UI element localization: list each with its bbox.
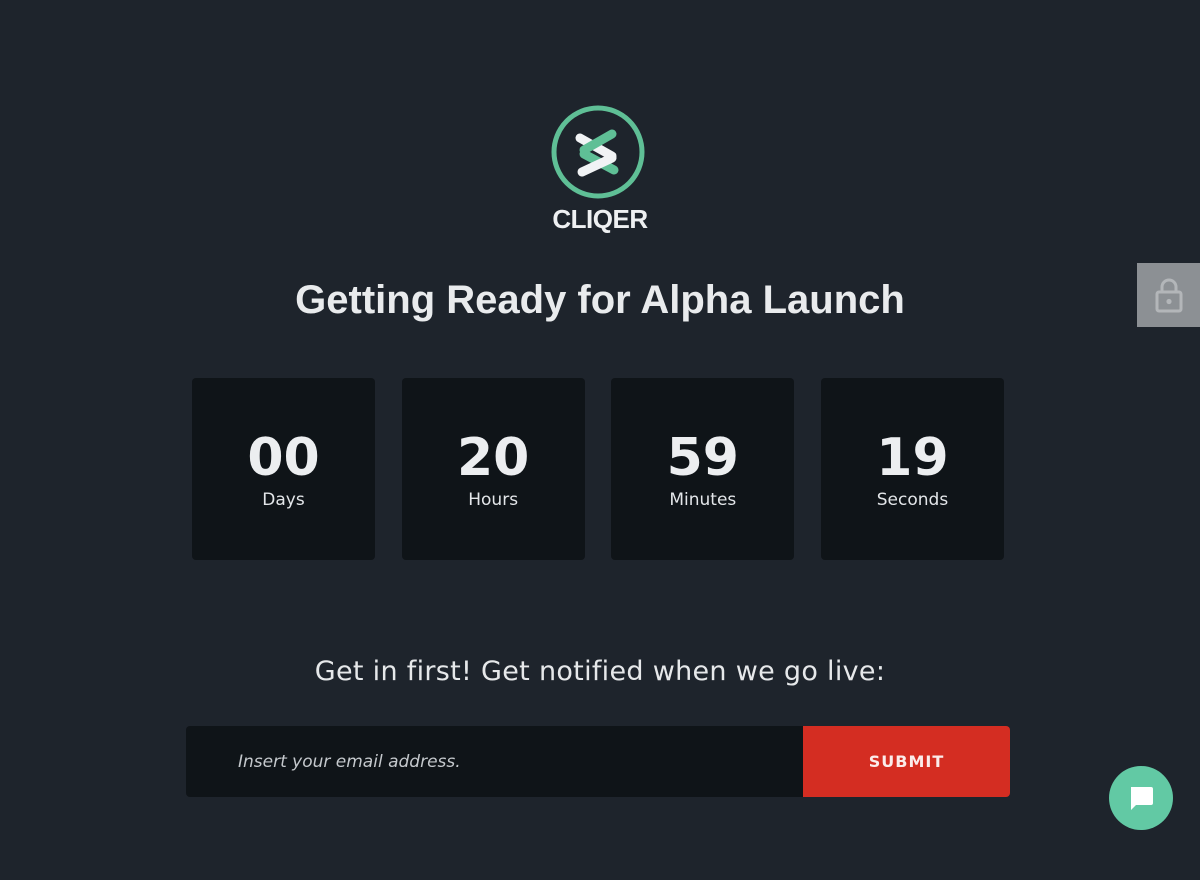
countdown-seconds: 19 Seconds — [820, 378, 1004, 560]
countdown-minutes: 59 Minutes — [611, 378, 795, 560]
email-input[interactable] — [186, 726, 803, 797]
countdown-days: 00 Days — [192, 378, 375, 560]
notify-text: Get in first! Get notified when we go li… — [314, 656, 886, 687]
countdown-unit: Hours — [468, 490, 519, 510]
submit-button[interactable]: SUBMIT — [803, 726, 1010, 797]
page-title: Getting Ready for Alpha Launch — [295, 278, 905, 322]
countdown-unit: Days — [262, 490, 305, 510]
brand-name: CLIQER — [552, 204, 648, 234]
countdown-value: 00 — [247, 428, 320, 488]
countdown-value: 20 — [456, 428, 530, 488]
chat-bubble-icon — [1131, 787, 1153, 810]
subscribe-form: SUBMIT — [186, 726, 1010, 797]
lock-icon — [1155, 278, 1182, 313]
chat-button[interactable] — [1109, 766, 1173, 830]
lock-tab[interactable] — [1137, 263, 1200, 327]
countdown-unit: Seconds — [876, 490, 949, 510]
countdown-value: 59 — [666, 428, 739, 488]
countdown-unit: Minutes — [669, 490, 737, 510]
countdown-timer: 00 Days 20 Hours 59 Minutes 19 Seconds — [192, 378, 1004, 560]
brand-logo — [551, 105, 645, 199]
countdown-hours: 20 Hours — [401, 378, 585, 560]
countdown-value: 19 — [876, 428, 949, 488]
